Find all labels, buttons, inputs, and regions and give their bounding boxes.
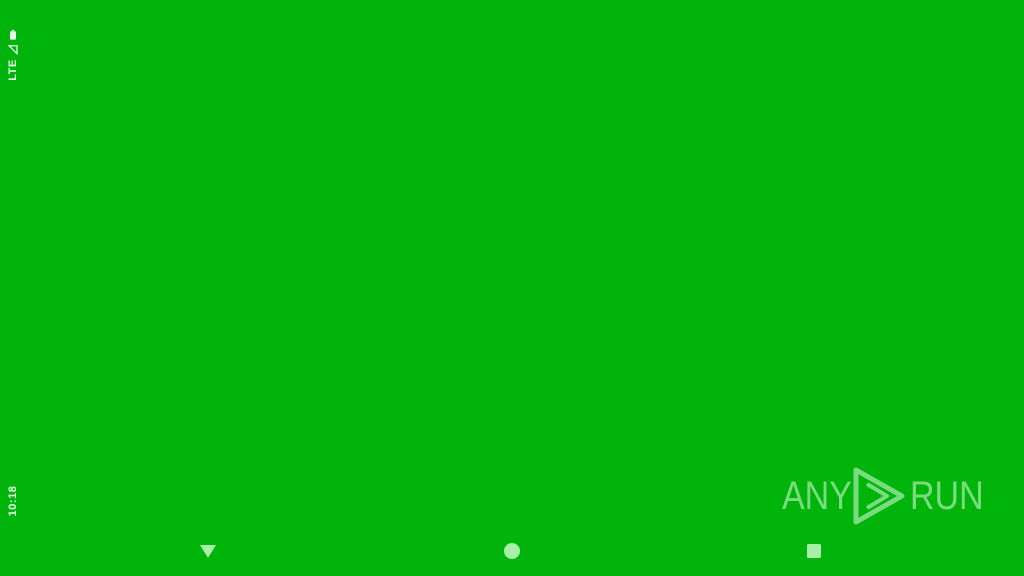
clock-label: 10:18 [7, 485, 19, 517]
recents-square-icon [806, 543, 822, 564]
status-indicators: LTE [7, 29, 19, 81]
back-triangle-icon [199, 543, 217, 564]
recents-button[interactable] [790, 530, 838, 576]
home-button[interactable] [488, 530, 536, 576]
status-bar: LTE 10:18 [0, 0, 26, 530]
watermark-text-right: RUN [910, 474, 984, 518]
app-screen: LTE 10:18 ANY RUN [0, 0, 1024, 576]
back-button[interactable] [184, 530, 232, 576]
navigation-bar [0, 530, 1024, 576]
network-type-label: LTE [7, 59, 19, 81]
signal-icon [8, 44, 18, 55]
home-circle-icon [503, 542, 521, 565]
battery-icon [10, 29, 16, 40]
watermark-text-left: ANY [782, 474, 852, 518]
play-triangle-logo-icon [850, 464, 908, 528]
anyrun-watermark: ANY RUN [782, 464, 984, 528]
